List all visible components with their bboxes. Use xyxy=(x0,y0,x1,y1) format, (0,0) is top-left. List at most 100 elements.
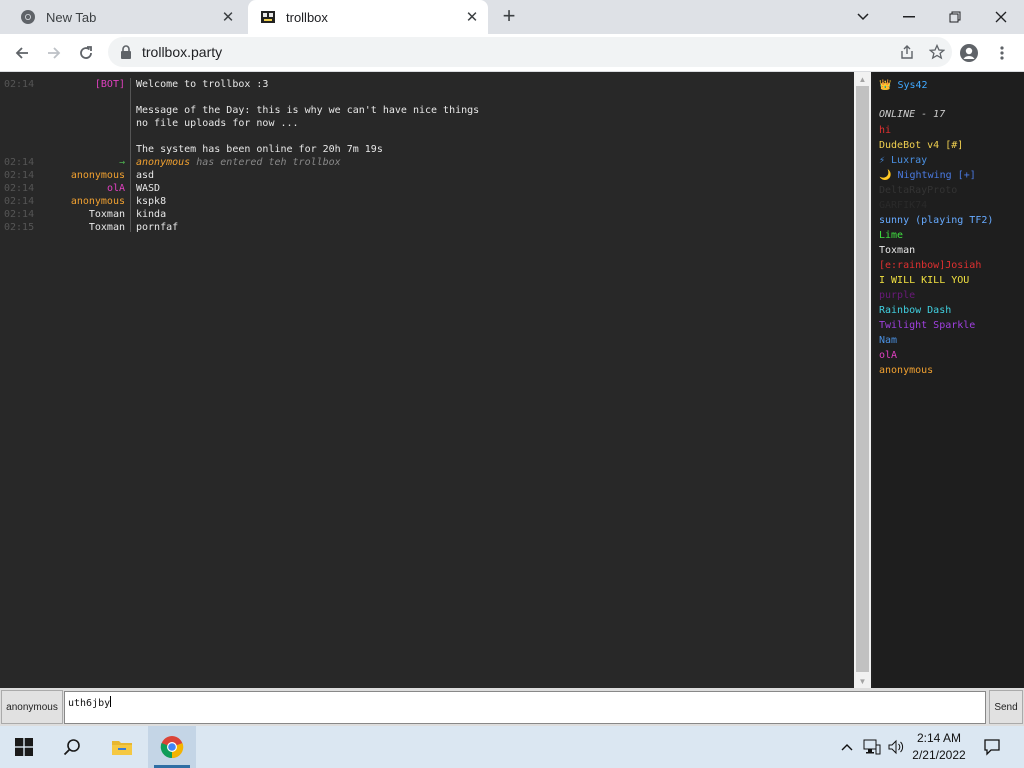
taskbar-clock[interactable]: 2:14 AM 2/21/2022 xyxy=(906,730,972,764)
chat-message: 02:14 olA WASD xyxy=(0,182,854,195)
tab-trollbox[interactable]: trollbox ✕ xyxy=(248,0,488,34)
volume-icon[interactable] xyxy=(886,726,906,768)
back-arrow-icon[interactable] xyxy=(8,39,36,67)
uptime-text: The system has been online for 20h 7m 19… xyxy=(136,144,383,155)
user-item[interactable]: hi xyxy=(879,124,891,137)
user-list: 👑 Sys42 ONLINE - 17 hi DudeBot v4 [#] ⚡ … xyxy=(873,72,1024,688)
message-input[interactable]: uth6jby xyxy=(64,691,986,724)
message-nick[interactable]: anonymous xyxy=(71,195,125,208)
bookmark-star-icon[interactable] xyxy=(922,37,952,67)
close-tab-icon[interactable]: ✕ xyxy=(218,7,238,27)
message-text: asd xyxy=(136,170,155,181)
chat-scrollbar[interactable]: ▲ ▼ xyxy=(854,72,871,688)
tray-chevron-up-icon[interactable] xyxy=(838,726,856,768)
motd-line-2: no file uploads for now ... xyxy=(136,118,299,129)
message-nick[interactable]: Toxman xyxy=(89,208,125,221)
url-text[interactable]: trollbox.party xyxy=(142,44,892,60)
forward-arrow-icon[interactable] xyxy=(40,39,68,67)
chat-message: 02:14 Toxman kinda xyxy=(0,208,854,221)
trollbox-favicon-icon xyxy=(260,9,276,25)
top-user[interactable]: 👑 Sys42 xyxy=(879,79,928,92)
message-time: 02:14 xyxy=(4,196,35,207)
user-item[interactable]: ⚡ Luxray xyxy=(879,154,927,167)
file-explorer-icon[interactable] xyxy=(98,726,146,768)
reload-icon[interactable] xyxy=(72,39,100,67)
lock-icon[interactable] xyxy=(120,45,132,59)
menu-kebab-icon[interactable] xyxy=(988,39,1016,67)
chat-message: 02:14 anonymous asd xyxy=(0,169,854,182)
message-nick[interactable]: olA xyxy=(107,182,125,195)
user-item[interactable]: Twilight Sparkle xyxy=(879,319,975,332)
chat-message: 02:15 Toxman pornfaf xyxy=(0,221,854,234)
user-item[interactable]: anonymous xyxy=(879,364,933,377)
user-item[interactable]: I WILL KILL YOU xyxy=(879,274,969,287)
user-item[interactable]: DudeBot v4 [#] xyxy=(879,139,963,152)
message-nick[interactable]: Toxman xyxy=(89,221,125,234)
trollbox-page: 02:14 [BOT] Welcome to trollbox :3 Messa… xyxy=(0,72,1024,726)
tab-title: trollbox xyxy=(286,9,328,25)
address-bar[interactable]: trollbox.party xyxy=(108,37,952,67)
join-message: 02:14 → anonymous has entered teh trollb… xyxy=(0,156,854,169)
windows-start-icon[interactable] xyxy=(0,726,48,768)
send-button[interactable]: Send xyxy=(989,690,1023,724)
user-item[interactable]: sunny (playing TF2) xyxy=(879,214,993,227)
notification-icon[interactable] xyxy=(980,726,1004,768)
clock-date: 2/21/2022 xyxy=(912,748,966,762)
message-input-value[interactable]: uth6jby xyxy=(68,698,110,709)
share-icon[interactable] xyxy=(892,37,922,67)
user-item[interactable]: Toxman xyxy=(879,244,915,257)
message-text: pornfaf xyxy=(136,222,179,233)
nickname-button[interactable]: anonymous xyxy=(1,690,63,724)
scroll-thumb[interactable] xyxy=(856,86,869,672)
join-arrow-icon: → xyxy=(118,157,125,168)
chat-input-bar: anonymous uth6jby Send xyxy=(0,688,1024,726)
network-icon[interactable] xyxy=(862,726,882,768)
tab-new-tab[interactable]: New Tab ✕ xyxy=(8,0,244,34)
message-time: 02:14 xyxy=(4,157,35,168)
join-text: has entered teh trollbox xyxy=(190,157,341,168)
user-item[interactable]: GARFIK74 xyxy=(879,199,927,212)
profile-avatar-icon[interactable] xyxy=(955,39,983,67)
motd-line-1: Message of the Day: this is why we can't… xyxy=(136,105,480,116)
message-text: WASD xyxy=(136,183,161,194)
browser-tab-bar: New Tab ✕ trollbox ✕ + xyxy=(0,0,1024,34)
user-item[interactable]: Rainbow Dash xyxy=(879,304,951,317)
user-item[interactable]: olA xyxy=(879,349,897,362)
message-time: 02:14 xyxy=(4,79,35,90)
scroll-up-arrow-icon[interactable]: ▲ xyxy=(854,72,871,86)
bot-message: 02:14 [BOT] Welcome to trollbox :3 xyxy=(0,78,854,91)
close-tab-icon[interactable]: ✕ xyxy=(462,7,482,27)
restore-button[interactable] xyxy=(932,0,978,34)
scroll-down-arrow-icon[interactable]: ▼ xyxy=(854,674,871,688)
message-text: kinda xyxy=(136,209,167,220)
new-tab-button[interactable]: + xyxy=(498,5,520,28)
minimize-button[interactable] xyxy=(886,0,932,34)
windows-taskbar: 2:14 AM 2/21/2022 xyxy=(0,726,1024,768)
message-text: kspk8 xyxy=(136,196,167,207)
search-icon[interactable] xyxy=(48,726,96,768)
user-item[interactable]: 🌙 Nightwing [+] xyxy=(879,169,976,182)
chrome-taskbar-icon[interactable] xyxy=(148,726,196,768)
chrome-icon xyxy=(20,9,36,25)
clock-time: 2:14 AM xyxy=(916,731,962,745)
text-cursor xyxy=(110,696,112,707)
user-item[interactable]: [e:rainbow]Josiah xyxy=(879,259,981,272)
message-time: 02:15 xyxy=(4,222,35,233)
bot-nick[interactable]: [BOT] xyxy=(95,78,125,91)
online-count: ONLINE - 17 xyxy=(879,109,946,120)
user-item[interactable]: DeltaRayProto xyxy=(879,184,957,197)
chat-message: 02:14 anonymous kspk8 xyxy=(0,195,854,208)
message-nick[interactable]: anonymous xyxy=(71,169,125,182)
message-time: 02:14 xyxy=(4,183,35,194)
tab-search-chevron-icon[interactable] xyxy=(840,0,886,34)
welcome-text: Welcome to trollbox :3 xyxy=(136,79,269,90)
tab-title: New Tab xyxy=(46,9,97,25)
browser-toolbar: trollbox.party xyxy=(0,34,1024,72)
message-time: 02:14 xyxy=(4,170,35,181)
join-user-nick[interactable]: anonymous xyxy=(136,157,190,168)
message-time: 02:14 xyxy=(4,209,35,220)
user-item[interactable]: purple xyxy=(879,289,915,302)
user-item[interactable]: Lime xyxy=(879,229,903,242)
close-window-button[interactable] xyxy=(978,0,1024,34)
user-item[interactable]: Nam xyxy=(879,334,897,347)
